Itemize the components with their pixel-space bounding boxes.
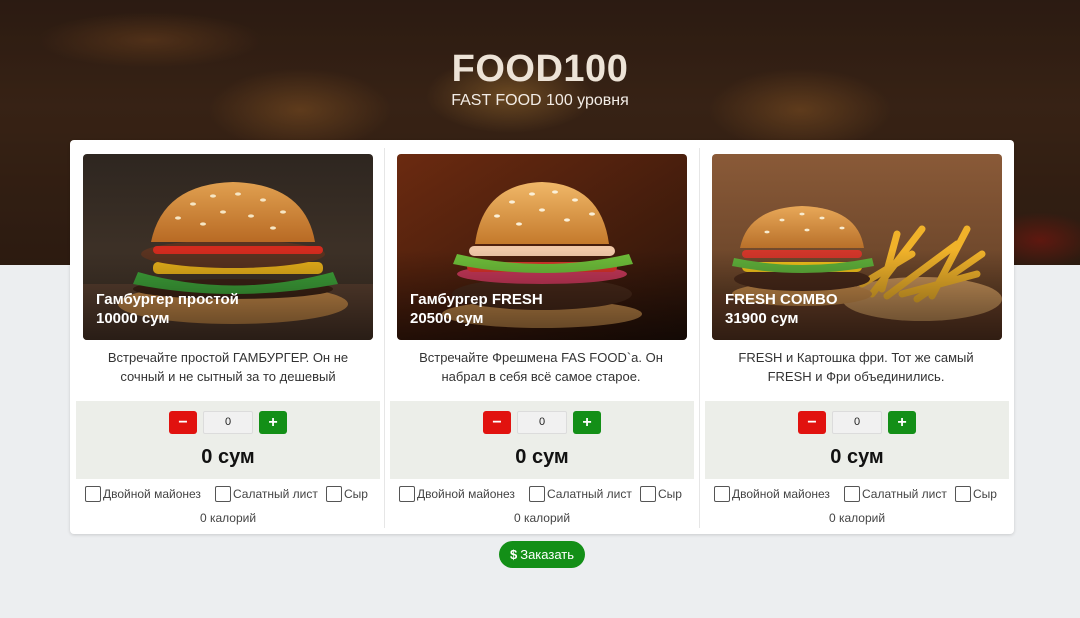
decrease-button[interactable]: − bbox=[169, 411, 197, 434]
products-panel: Гамбургер простой 10000 сум Встречайте п… bbox=[70, 140, 1014, 534]
quantity-section: − 0 + 0 сум bbox=[76, 401, 380, 479]
checkbox-double-mayo[interactable] bbox=[85, 486, 101, 502]
option-label: Двойной майонез bbox=[417, 487, 515, 501]
product-card: FRESH COMBO 31900 сум FRESH и Картошка ф… bbox=[699, 148, 1009, 528]
quantity-section: − 0 + 0 сум bbox=[390, 401, 694, 479]
product-price: 20500 сум bbox=[410, 310, 484, 327]
checkbox-double-mayo[interactable] bbox=[399, 486, 415, 502]
quantity-input[interactable]: 0 bbox=[832, 411, 882, 434]
decrease-button[interactable]: − bbox=[798, 411, 826, 434]
calories-text: 0 калорий bbox=[199, 511, 257, 525]
option-label: Сыр bbox=[973, 487, 997, 501]
extras-options: Двойной майонез Салатный лист Сыр bbox=[85, 486, 385, 504]
product-description: Встречайте простой ГАМБУРГЕР. Он не сочн… bbox=[86, 348, 370, 386]
product-description: Встречайте Фрешмена FAS FOOD`а. Он набра… bbox=[399, 348, 683, 386]
description-line: Встречайте простой ГАМБУРГЕР. Он не bbox=[107, 350, 349, 365]
calories-text: 0 калорий bbox=[828, 511, 886, 525]
increase-button[interactable]: + bbox=[573, 411, 601, 434]
increase-button[interactable]: + bbox=[259, 411, 287, 434]
description-line: FRESH и Фри объединились. bbox=[767, 369, 945, 384]
description-line: FRESH и Картошка фри. Тот же самый bbox=[738, 350, 974, 365]
checkbox-double-mayo[interactable] bbox=[714, 486, 730, 502]
checkbox-cheese[interactable] bbox=[955, 486, 971, 502]
extras-options: Двойной майонез Салатный лист Сыр bbox=[399, 486, 689, 504]
checkbox-cheese[interactable] bbox=[326, 486, 342, 502]
total-price: 0 сум bbox=[201, 446, 255, 468]
product-name: Гамбургер простой bbox=[96, 291, 239, 308]
checkbox-cheese[interactable] bbox=[640, 486, 656, 502]
product-price: 31900 сум bbox=[725, 310, 799, 327]
decrease-button[interactable]: − bbox=[483, 411, 511, 434]
checkbox-lettuce[interactable] bbox=[215, 486, 231, 502]
product-card: Гамбургер простой 10000 сум Встречайте п… bbox=[76, 148, 380, 528]
description-line: сочный и не сытный за то дешевый bbox=[120, 369, 336, 384]
product-name: FRESH COMBO bbox=[725, 291, 838, 308]
calories-text: 0 калорий bbox=[513, 511, 571, 525]
quantity-input[interactable]: 0 bbox=[517, 411, 567, 434]
product-image-burger: Гамбургер FRESH 20500 сум bbox=[397, 154, 687, 340]
product-image-combo: FRESH COMBO 31900 сум bbox=[712, 154, 1002, 340]
product-image-burger: Гамбургер простой 10000 сум bbox=[83, 154, 373, 340]
brand-title: FOOD100 bbox=[451, 48, 629, 90]
extras-options: Двойной майонез Салатный лист Сыр bbox=[714, 486, 1004, 504]
total-price: 0 сум bbox=[830, 446, 884, 468]
product-card: Гамбургер FRESH 20500 сум Встречайте Фре… bbox=[384, 148, 694, 528]
option-label: Двойной майонез bbox=[103, 487, 201, 501]
product-name: Гамбургер FRESH bbox=[410, 291, 543, 308]
brand-tagline: FAST FOOD 100 уровня bbox=[451, 92, 629, 109]
checkbox-lettuce[interactable] bbox=[844, 486, 860, 502]
checkbox-lettuce[interactable] bbox=[529, 486, 545, 502]
description-line: набрал в себя всё самое старое. bbox=[441, 369, 641, 384]
dollar-icon: $ bbox=[509, 547, 518, 562]
option-label: Салатный лист bbox=[862, 487, 947, 501]
order-button[interactable]: $ Заказать bbox=[499, 541, 585, 568]
option-label: Салатный лист bbox=[233, 487, 318, 501]
total-price: 0 сум bbox=[515, 446, 569, 468]
option-label: Салатный лист bbox=[547, 487, 632, 501]
quantity-input[interactable]: 0 bbox=[203, 411, 253, 434]
option-label: Сыр bbox=[344, 487, 368, 501]
quantity-section: − 0 + 0 сум bbox=[705, 401, 1009, 479]
option-label: Двойной майонез bbox=[732, 487, 830, 501]
description-line: Встречайте Фрешмена FAS FOOD`а. Он bbox=[419, 350, 663, 365]
increase-button[interactable]: + bbox=[888, 411, 916, 434]
product-description: FRESH и Картошка фри. Тот же самый FRESH… bbox=[714, 348, 998, 386]
product-price: 10000 сум bbox=[96, 310, 170, 327]
order-button-label: Заказать bbox=[520, 547, 574, 562]
option-label: Сыр bbox=[658, 487, 682, 501]
